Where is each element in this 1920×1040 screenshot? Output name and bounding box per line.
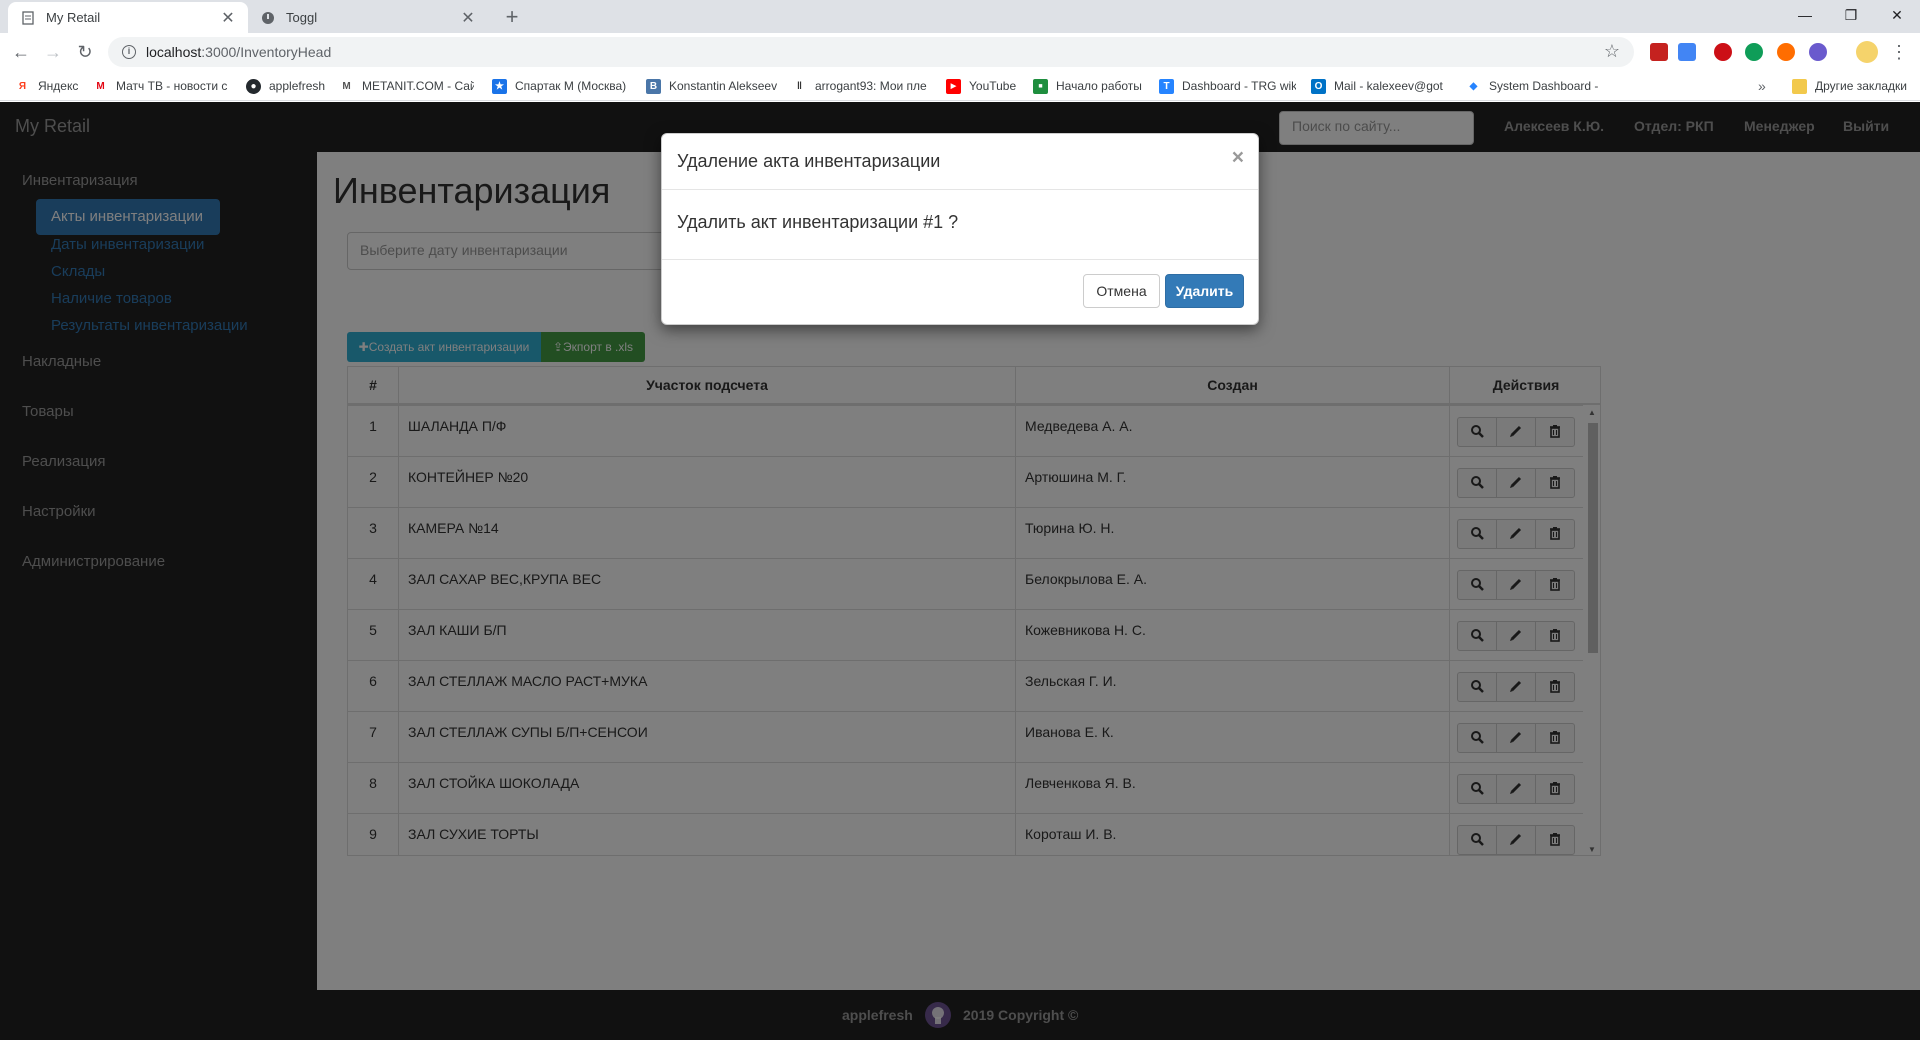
confluence-icon: T bbox=[1159, 78, 1174, 94]
bookmark-label: System Dashboard - bbox=[1489, 79, 1599, 93]
bookmark-item[interactable]: ■ Начало работы bbox=[1033, 77, 1142, 95]
back-icon[interactable]: ← bbox=[8, 39, 34, 65]
profile-avatar-icon[interactable] bbox=[1856, 41, 1878, 63]
translate-icon[interactable] bbox=[1678, 43, 1696, 61]
delete-confirmation-modal: Удаление акта инвентаризации × Удалить а… bbox=[661, 133, 1259, 325]
info-icon[interactable]: i bbox=[122, 45, 136, 59]
tab-title: My Retail bbox=[46, 10, 101, 25]
bookmark-item[interactable]: ǁ arrogant93: Мои пле bbox=[792, 77, 930, 95]
restore-icon[interactable]: ❐ bbox=[1828, 0, 1874, 33]
tab-my-retail[interactable]: My Retail ✕ bbox=[8, 2, 248, 33]
address-bar[interactable]: i localhost:3000/InventoryHead ☆ bbox=[108, 37, 1634, 67]
bookmark-item[interactable]: В Konstantin Alekseev bbox=[646, 77, 777, 95]
youtube-icon: ▶ bbox=[946, 78, 961, 94]
matchtv-icon: M bbox=[96, 80, 105, 92]
bookmark-label: Яндекс bbox=[38, 79, 79, 93]
browser-toolbar: ← → ↻ i localhost:3000/InventoryHead ☆ ⋮ bbox=[0, 33, 1920, 71]
github-icon: ● bbox=[246, 78, 261, 94]
bookmark-item[interactable]: ★ Спартак М (Москва) bbox=[492, 77, 627, 95]
outlook-icon: O bbox=[1311, 78, 1326, 94]
modal-title: Удаление акта инвентаризации bbox=[677, 151, 941, 171]
bookmark-item[interactable]: O Mail - kalexeev@got bbox=[1311, 77, 1451, 95]
url-path: :3000/InventoryHead bbox=[201, 44, 332, 60]
reload-icon[interactable]: ↻ bbox=[72, 39, 98, 65]
menu-kebab-icon[interactable]: ⋮ bbox=[1886, 39, 1912, 65]
extension-icon[interactable] bbox=[1809, 43, 1827, 61]
modal-message: Удалить акт инвентаризации #1 ? bbox=[677, 212, 959, 232]
bookmark-label: Матч ТВ - новости с bbox=[116, 79, 228, 93]
bookmarks-bar: Я Яндекс M Матч ТВ - новости с ● applefresh… bbox=[0, 71, 1920, 101]
extension-icon[interactable] bbox=[1777, 43, 1795, 61]
forward-icon[interactable]: → bbox=[40, 39, 66, 65]
start-page-icon: ■ bbox=[1033, 78, 1048, 94]
bookmark-item[interactable]: ● applefresh bbox=[246, 77, 325, 95]
bookmark-label: Начало работы bbox=[1056, 79, 1142, 93]
cancel-button[interactable]: Отмена bbox=[1083, 274, 1160, 308]
bookmark-item[interactable]: M METANIT.COM - Сай bbox=[339, 77, 474, 95]
opera-icon[interactable] bbox=[1714, 43, 1732, 61]
delete-button[interactable]: Удалить bbox=[1165, 274, 1244, 308]
bookmark-item[interactable]: T Dashboard - TRG wik bbox=[1159, 77, 1296, 95]
web-page: My Retail Поиск по сайту... Алексеев К.Ю… bbox=[0, 102, 1920, 1040]
close-tab-icon[interactable]: ✕ bbox=[460, 8, 476, 28]
bookmark-label: arrogant93: Мои пле bbox=[815, 79, 927, 93]
bookmark-label: Dashboard - TRG wik bbox=[1182, 79, 1296, 93]
vk-icon: В bbox=[646, 78, 661, 94]
new-tab-button[interactable]: + bbox=[498, 3, 526, 31]
bookmark-item[interactable]: Я Яндекс bbox=[15, 77, 78, 95]
folder-icon bbox=[1792, 78, 1807, 94]
url-host: localhost bbox=[146, 44, 202, 60]
extension-icon[interactable] bbox=[1650, 43, 1668, 61]
close-icon[interactable]: × bbox=[1232, 146, 1244, 170]
jira-icon: ◆ bbox=[1469, 80, 1478, 92]
chat-extension-icon[interactable] bbox=[1745, 43, 1763, 61]
yandex-icon: Я bbox=[18, 80, 27, 92]
metanit-icon: M bbox=[342, 80, 351, 92]
close-window-icon[interactable]: ✕ bbox=[1874, 0, 1920, 33]
bookmark-item[interactable]: ▶ YouTube bbox=[946, 77, 1016, 95]
bookmark-label: METANIT.COM - Сай bbox=[362, 79, 474, 93]
bookmark-label: Другие закладки bbox=[1815, 79, 1907, 93]
livejournal-icon: ǁ bbox=[797, 80, 802, 92]
bookmark-label: Konstantin Alekseev bbox=[669, 79, 778, 93]
bookmark-item[interactable]: M Матч ТВ - новости с bbox=[93, 77, 228, 95]
bookmark-label: applefresh bbox=[269, 79, 326, 93]
bookmark-label: YouTube bbox=[969, 79, 1017, 93]
page-icon bbox=[20, 10, 36, 26]
bookmark-item[interactable]: ◆ System Dashboard - bbox=[1466, 77, 1599, 95]
spartak-icon: ★ bbox=[492, 78, 507, 94]
bookmark-label: Спартак М (Москва) bbox=[515, 79, 627, 93]
modal-footer: Отмена Удалить bbox=[662, 259, 1258, 325]
tab-title: Toggl bbox=[286, 10, 318, 25]
modal-header: Удаление акта инвентаризации × bbox=[662, 134, 1258, 190]
more-bookmarks-icon[interactable]: » bbox=[1758, 77, 1766, 95]
tab-toggl[interactable]: Toggl ✕ bbox=[248, 2, 488, 33]
browser-tab-strip: My Retail ✕ Toggl ✕ + — ❐ ✕ bbox=[0, 0, 1920, 33]
other-bookmarks[interactable]: Другие закладки bbox=[1792, 77, 1907, 95]
close-tab-icon[interactable]: ✕ bbox=[220, 8, 236, 28]
bookmark-label: Mail - kalexeev@got bbox=[1334, 79, 1443, 93]
minimize-icon[interactable]: — bbox=[1782, 0, 1828, 33]
toggl-icon bbox=[260, 10, 276, 26]
bookmark-star-icon[interactable]: ☆ bbox=[1604, 41, 1620, 62]
